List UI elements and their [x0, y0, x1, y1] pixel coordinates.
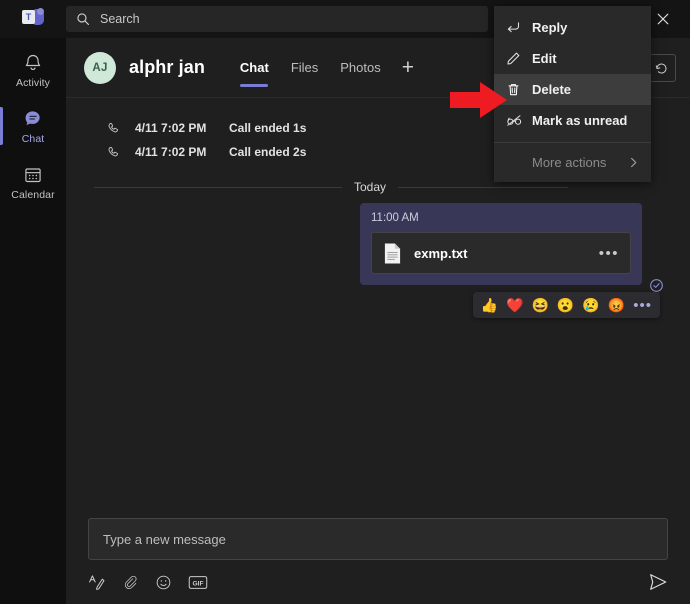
bell-icon — [23, 52, 43, 74]
sad-reaction-icon[interactable]: 😢 — [582, 298, 599, 312]
tab-chat[interactable]: Chat — [229, 38, 280, 98]
sidebar-item-calendar[interactable]: Calendar — [0, 154, 66, 210]
teams-window: T Search Activity Chat Calendar AJ alphr… — [0, 0, 690, 604]
sidebar-item-chat[interactable]: Chat — [0, 98, 66, 154]
more-options-icon[interactable]: ••• — [633, 298, 652, 313]
message-context-menu: Reply Edit Delete Mark as unread More ac… — [494, 6, 651, 182]
compose-toolbar: GIF — [88, 569, 668, 595]
reply-arrow-icon — [506, 20, 532, 35]
context-menu-item-label: Edit — [532, 51, 557, 66]
message-bubble[interactable]: 11:00 AM exmp.txt ••• — [360, 203, 642, 285]
text-file-icon — [383, 242, 402, 265]
tab-files[interactable]: Files — [280, 38, 329, 98]
heart-reaction-icon[interactable]: ❤️ — [506, 298, 523, 312]
avatar: AJ — [84, 51, 116, 84]
sidebar-item-label: Chat — [21, 132, 45, 145]
call-icon — [106, 145, 121, 160]
pencil-icon — [506, 51, 532, 66]
svg-text:GIF: GIF — [192, 580, 203, 587]
call-status: Call ended 1s — [229, 121, 307, 135]
trash-icon — [506, 82, 532, 97]
divider-line-left — [94, 186, 342, 188]
message-input-placeholder: Type a new message — [103, 531, 226, 547]
surprised-reaction-icon[interactable]: 😮 — [557, 298, 574, 312]
emoji-icon[interactable] — [155, 574, 172, 591]
day-divider-label: Today — [354, 180, 387, 194]
context-menu-item-label: More actions — [532, 155, 607, 170]
thumbs-up-reaction-icon[interactable]: 👍 — [481, 298, 498, 312]
call-status: Call ended 2s — [229, 145, 307, 159]
chat-bubble-icon — [23, 108, 44, 130]
seen-check-icon — [649, 278, 664, 293]
file-more-options-icon[interactable]: ••• — [599, 245, 619, 262]
divider-line-right — [398, 186, 569, 188]
sidebar-item-label: Activity — [15, 76, 51, 89]
chevron-right-icon — [627, 156, 640, 169]
message-row: 11:00 AM exmp.txt ••• — [88, 203, 668, 292]
page-title: alphr jan — [129, 57, 205, 77]
search-icon — [76, 12, 90, 26]
message-input[interactable]: Type a new message — [88, 518, 668, 560]
angry-reaction-icon[interactable]: 😡 — [608, 298, 625, 312]
gif-icon[interactable]: GIF — [188, 575, 208, 590]
teams-logo: T — [0, 0, 66, 38]
compose-area: Type a new message GIF — [66, 518, 690, 604]
file-attachment-card[interactable]: exmp.txt ••• — [371, 232, 631, 274]
message-timestamp: 11:00 AM — [371, 212, 419, 224]
search-placeholder: Search — [100, 12, 140, 26]
call-time: 4/11 7:02 PM — [135, 121, 207, 135]
laugh-reaction-icon[interactable]: 😆 — [531, 298, 548, 312]
tab-label: Photos — [340, 60, 381, 75]
context-menu-separator — [494, 142, 651, 143]
glasses-crossed-icon — [506, 113, 532, 128]
call-time: 4/11 7:02 PM — [135, 145, 207, 159]
app-rail: Activity Chat Calendar — [0, 38, 66, 604]
format-text-icon[interactable] — [88, 573, 106, 591]
context-menu-item-label: Mark as unread — [532, 113, 628, 128]
context-menu-item-mark-as-unread[interactable]: Mark as unread — [494, 105, 651, 136]
context-menu-item-label: Delete — [532, 82, 572, 97]
sidebar-item-activity[interactable]: Activity — [0, 42, 66, 98]
calendar-icon — [23, 164, 43, 186]
day-divider: Today — [88, 180, 668, 194]
context-menu-item-more-actions[interactable]: More actions — [494, 147, 651, 178]
tab-label: Files — [290, 60, 319, 75]
tab-label: Chat — [239, 60, 269, 75]
call-icon — [106, 121, 121, 136]
search-input[interactable]: Search — [66, 6, 488, 32]
context-menu-item-reply[interactable]: Reply — [494, 12, 651, 43]
teams-logo-letter: T — [22, 10, 35, 24]
context-menu-item-edit[interactable]: Edit — [494, 43, 651, 74]
add-tab-button[interactable]: + — [392, 38, 424, 98]
tab-photos[interactable]: Photos — [329, 38, 391, 98]
chat-tabs: Chat Files Photos + — [229, 38, 424, 98]
context-menu-item-delete[interactable]: Delete — [494, 74, 651, 105]
reaction-toolbar[interactable]: 👍 ❤️ 😆 😮 😢 😡 ••• — [472, 292, 660, 318]
file-name: exmp.txt — [414, 245, 468, 261]
context-menu-item-label: Reply — [532, 20, 568, 35]
attach-clip-icon[interactable] — [122, 574, 139, 591]
send-button[interactable] — [648, 572, 668, 592]
sidebar-item-label: Calendar — [11, 188, 55, 201]
